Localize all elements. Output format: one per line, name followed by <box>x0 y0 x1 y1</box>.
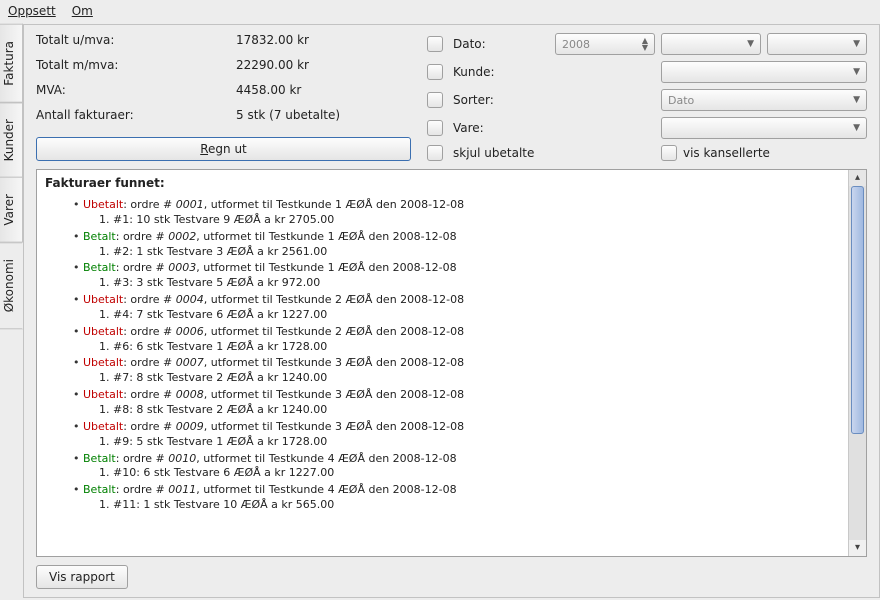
chevron-down-icon: ▼ <box>853 39 860 49</box>
tab-economy[interactable]: Økonomi <box>0 242 23 329</box>
order-line: 1. #8: 8 stk Testvare 2 ÆØÅ a kr 1240.00 <box>73 403 836 418</box>
date-combo-1[interactable]: ▼ <box>661 33 761 55</box>
order-line: 1. #10: 6 stk Testvare 6 ÆØÅ a kr 1227.0… <box>73 466 836 481</box>
menu-about[interactable]: Om <box>72 4 93 20</box>
chevron-down-icon: ▼ <box>747 39 754 49</box>
status-badge: Ubetalt <box>83 325 123 338</box>
total-incvat-label: Totalt m/mva: <box>36 58 236 72</box>
total-vat-label: MVA: <box>36 83 236 97</box>
scrollbar[interactable]: ▴ ▾ <box>848 170 866 556</box>
scroll-up-icon[interactable]: ▴ <box>849 170 866 186</box>
results-title: Fakturaer funnet: <box>37 170 848 194</box>
total-exvat-value: 17832.00 kr <box>236 33 411 47</box>
result-item: Betalt: ordre # 0010, utformet til Testk… <box>73 452 836 482</box>
chevron-down-icon: ▼ <box>853 123 860 133</box>
order-line: 1. #6: 6 stk Testvare 1 ÆØÅ a kr 1728.00 <box>73 340 836 355</box>
result-item: Betalt: ordre # 0011, utformet til Testk… <box>73 483 836 513</box>
date-combo-2[interactable]: ▼ <box>767 33 867 55</box>
result-item: Ubetalt: ordre # 0009, utformet til Test… <box>73 420 836 450</box>
tab-invoice[interactable]: Faktura <box>0 24 23 103</box>
result-item: Ubetalt: ordre # 0008, utformet til Test… <box>73 388 836 418</box>
status-badge: Ubetalt <box>83 420 123 433</box>
sort-combo[interactable]: Dato▼ <box>661 89 867 111</box>
filters-grid: Dato: 2008▲▼ ▼ ▼ Kunde: ▼ Sorter: Dato▼ … <box>427 33 867 161</box>
result-item: Betalt: ordre # 0002, utformet til Testk… <box>73 230 836 260</box>
menubar: Oppsett Om <box>0 0 880 24</box>
status-badge: Betalt <box>83 483 116 496</box>
status-badge: Ubetalt <box>83 293 123 306</box>
order-number: 0008 <box>176 388 204 401</box>
tab-products[interactable]: Varer <box>0 177 23 243</box>
customer-checkbox[interactable] <box>427 64 443 80</box>
status-badge: Ubetalt <box>83 198 123 211</box>
hide-unpaid-checkbox[interactable] <box>427 145 443 161</box>
invoice-count-label: Antall fakturaer: <box>36 108 236 122</box>
order-line: 1. #9: 5 stk Testvare 1 ÆØÅ a kr 1728.00 <box>73 435 836 450</box>
order-number: 0009 <box>176 420 204 433</box>
status-badge: Ubetalt <box>83 388 123 401</box>
total-exvat-label: Totalt u/mva: <box>36 33 236 47</box>
spinner-icon: ▲▼ <box>642 37 648 51</box>
order-line: 1. #11: 1 stk Testvare 10 ÆØÅ a kr 565.0… <box>73 498 836 513</box>
order-number: 0011 <box>168 483 196 496</box>
result-item: Ubetalt: ordre # 0006, utformet til Test… <box>73 325 836 355</box>
menu-setup[interactable]: Oppsett <box>8 4 56 20</box>
status-badge: Ubetalt <box>83 356 123 369</box>
scroll-down-icon[interactable]: ▾ <box>849 540 866 556</box>
order-number: 0004 <box>176 293 204 306</box>
results-body: Ubetalt: ordre # 0001, utformet til Test… <box>37 194 848 556</box>
show-cancelled-label: vis kansellerte <box>683 146 770 160</box>
date-label: Dato: <box>453 37 549 51</box>
results-frame: Fakturaer funnet: Ubetalt: ordre # 0001,… <box>36 169 867 557</box>
hide-unpaid-label: skjul ubetalte <box>453 146 655 160</box>
order-number: 0010 <box>168 452 196 465</box>
show-report-button[interactable]: Vis rapport <box>36 565 128 589</box>
product-label: Vare: <box>453 121 549 135</box>
result-item: Betalt: ordre # 0003, utformet til Testk… <box>73 261 836 291</box>
order-number: 0002 <box>168 230 196 243</box>
order-number: 0006 <box>176 325 204 338</box>
status-badge: Betalt <box>83 452 116 465</box>
show-cancelled-checkbox[interactable] <box>661 145 677 161</box>
side-tabs: Faktura Kunder Varer Økonomi <box>0 24 24 598</box>
order-number: 0007 <box>176 356 204 369</box>
status-badge: Betalt <box>83 261 116 274</box>
totals-grid: Totalt u/mva: 17832.00 kr Totalt m/mva: … <box>36 33 411 161</box>
customer-combo[interactable]: ▼ <box>661 61 867 83</box>
order-line: 1. #4: 7 stk Testvare 6 ÆØÅ a kr 1227.00 <box>73 308 836 323</box>
order-line: 1. #2: 1 stk Testvare 3 ÆØÅ a kr 2561.00 <box>73 245 836 260</box>
product-checkbox[interactable] <box>427 120 443 136</box>
sort-checkbox[interactable] <box>427 92 443 108</box>
order-line: 1. #3: 3 stk Testvare 5 ÆØÅ a kr 972.00 <box>73 276 836 291</box>
date-spinner[interactable]: 2008▲▼ <box>555 33 655 55</box>
chevron-down-icon: ▼ <box>853 95 860 105</box>
sort-label: Sorter: <box>453 93 549 107</box>
tab-customers[interactable]: Kunder <box>0 102 23 178</box>
order-line: 1. #1: 10 stk Testvare 9 ÆØÅ a kr 2705.0… <box>73 213 836 228</box>
order-line: 1. #7: 8 stk Testvare 2 ÆØÅ a kr 1240.00 <box>73 371 836 386</box>
invoice-count-value: 5 stk (7 ubetalte) <box>236 108 411 122</box>
chevron-down-icon: ▼ <box>853 67 860 77</box>
result-item: Ubetalt: ordre # 0004, utformet til Test… <box>73 293 836 323</box>
content-panel: Totalt u/mva: 17832.00 kr Totalt m/mva: … <box>24 24 880 598</box>
result-item: Ubetalt: ordre # 0007, utformet til Test… <box>73 356 836 386</box>
date-checkbox[interactable] <box>427 36 443 52</box>
total-incvat-value: 22290.00 kr <box>236 58 411 72</box>
status-badge: Betalt <box>83 230 116 243</box>
scroll-thumb[interactable] <box>851 186 864 434</box>
order-number: 0001 <box>176 198 204 211</box>
product-combo[interactable]: ▼ <box>661 117 867 139</box>
total-vat-value: 4458.00 kr <box>236 83 411 97</box>
order-number: 0003 <box>168 261 196 274</box>
calculate-button[interactable]: Regn ut <box>36 137 411 161</box>
result-item: Ubetalt: ordre # 0001, utformet til Test… <box>73 198 836 228</box>
customer-label: Kunde: <box>453 65 549 79</box>
